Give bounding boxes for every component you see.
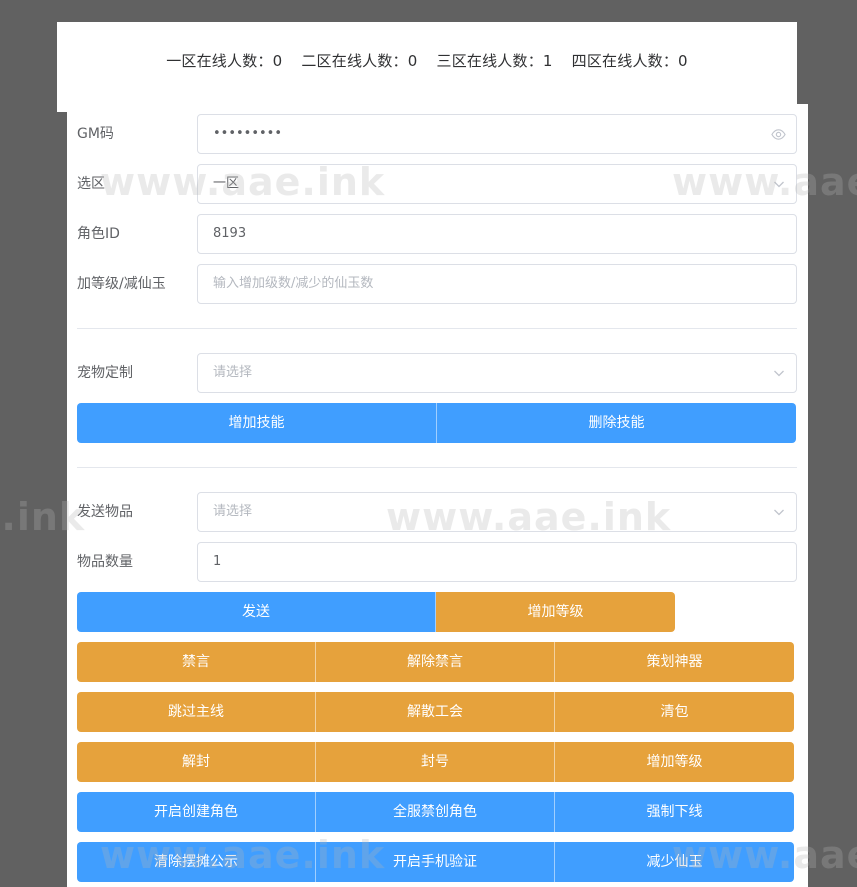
send-button-group: 发送 增加等级 xyxy=(77,592,675,632)
gm-code-row: GM码 ••••••••• xyxy=(77,114,797,154)
delete-skill-button[interactable]: 删除技能 xyxy=(437,403,796,443)
add-level-button[interactable]: 增加等级 xyxy=(436,592,675,632)
zone-label: 选区 xyxy=(77,176,105,192)
level-row: 加等级/减仙玉 输入增加级数/减少的仙玉数 xyxy=(77,264,797,304)
gm-code-label: GM码 xyxy=(77,126,114,142)
planner-artifact-button[interactable]: 策划神器 xyxy=(555,642,794,682)
enable-create-role-button[interactable]: 开启创建角色 xyxy=(77,792,316,832)
level-label: 加等级/减仙玉 xyxy=(77,276,166,292)
clear-bag-button[interactable]: 清包 xyxy=(555,692,794,732)
eye-icon[interactable] xyxy=(771,127,786,142)
divider xyxy=(77,467,797,468)
pet-select[interactable]: 请选择 xyxy=(197,353,797,393)
server-ban-create-role-button[interactable]: 全服禁创角色 xyxy=(316,792,555,832)
zone-2-online: 二区在线人数：0 xyxy=(301,52,418,70)
skill-button-group: 增加技能 删除技能 xyxy=(77,403,796,443)
chevron-down-icon xyxy=(774,509,784,516)
ban-button-group: 解封 封号 增加等级 xyxy=(77,742,794,782)
role-id-input[interactable]: 8193 xyxy=(197,214,797,254)
quantity-input[interactable]: 1 xyxy=(197,542,797,582)
quantity-label: 物品数量 xyxy=(77,554,133,570)
mute-button-group: 禁言 解除禁言 策划神器 xyxy=(77,642,794,682)
reduce-jade-button[interactable]: 减少仙玉 xyxy=(555,842,794,882)
skip-mainline-button[interactable]: 跳过主线 xyxy=(77,692,316,732)
item-select[interactable]: 请选择 xyxy=(197,492,797,532)
online-stats: 一区在线人数：0 二区在线人数：0 三区在线人数：1 四区在线人数：0 xyxy=(57,50,797,72)
send-button[interactable]: 发送 xyxy=(77,592,436,632)
gm-code-value: ••••••••• xyxy=(213,126,283,141)
pet-placeholder: 请选择 xyxy=(213,365,253,380)
quantity-row: 物品数量 1 xyxy=(77,542,797,582)
add-level-button-2[interactable]: 增加等级 xyxy=(555,742,794,782)
role-id-row: 角色ID 8193 xyxy=(77,214,797,254)
online-stats-card: 一区在线人数：0 二区在线人数：0 三区在线人数：1 四区在线人数：0 xyxy=(57,22,797,112)
unmute-button[interactable]: 解除禁言 xyxy=(316,642,555,682)
add-skill-button[interactable]: 增加技能 xyxy=(77,403,437,443)
pet-label: 宠物定制 xyxy=(77,365,133,381)
level-placeholder: 输入增加级数/减少的仙玉数 xyxy=(213,276,374,291)
item-row: 发送物品 请选择 xyxy=(77,492,797,532)
chevron-down-icon xyxy=(774,370,784,377)
zone-4-online: 四区在线人数：0 xyxy=(571,52,688,70)
mainline-button-group: 跳过主线 解散工会 清包 xyxy=(77,692,794,732)
quantity-value: 1 xyxy=(213,554,222,569)
level-input[interactable]: 输入增加级数/减少的仙玉数 xyxy=(197,264,797,304)
role-id-label: 角色ID xyxy=(77,226,120,242)
zone-value: 一区 xyxy=(213,176,240,191)
item-placeholder: 请选择 xyxy=(213,504,253,519)
zone-row: 选区 一区 xyxy=(77,164,797,204)
misc-button-group: 清除摆摊公示 开启手机验证 减少仙玉 xyxy=(77,842,794,882)
ban-button[interactable]: 封号 xyxy=(316,742,555,782)
item-label: 发送物品 xyxy=(77,504,133,520)
zone-select[interactable]: 一区 xyxy=(197,164,797,204)
divider xyxy=(77,328,797,329)
role-button-group: 开启创建角色 全服禁创角色 强制下线 xyxy=(77,792,794,832)
disband-guild-button[interactable]: 解散工会 xyxy=(316,692,555,732)
role-id-value: 8193 xyxy=(213,226,247,241)
unban-button[interactable]: 解封 xyxy=(77,742,316,782)
zone-3-online: 三区在线人数：1 xyxy=(436,52,553,70)
chevron-down-icon xyxy=(774,181,784,188)
enable-phone-verify-button[interactable]: 开启手机验证 xyxy=(316,842,555,882)
force-offline-button[interactable]: 强制下线 xyxy=(555,792,794,832)
clear-stall-button[interactable]: 清除摆摊公示 xyxy=(77,842,316,882)
gm-code-input[interactable]: ••••••••• xyxy=(197,114,797,154)
gm-form: GM码 ••••••••• 选区 一区 角色ID 8193 加等级/减仙玉 输入… xyxy=(67,104,808,887)
mute-button[interactable]: 禁言 xyxy=(77,642,316,682)
zone-1-online: 一区在线人数：0 xyxy=(166,52,283,70)
pet-row: 宠物定制 请选择 xyxy=(77,353,797,393)
